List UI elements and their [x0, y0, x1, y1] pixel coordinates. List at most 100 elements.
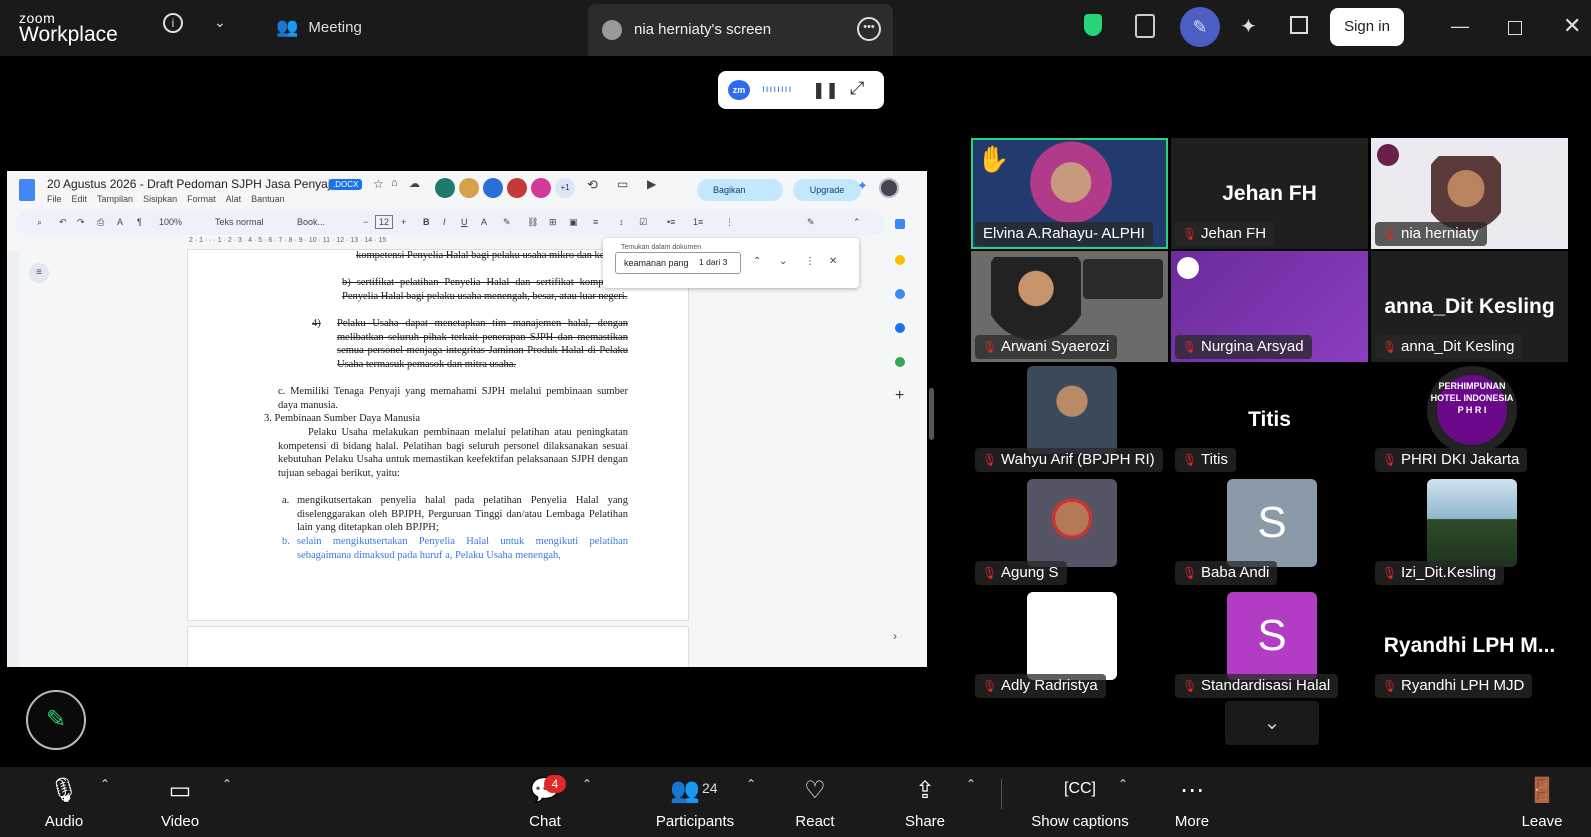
tasks-icon[interactable] — [895, 289, 905, 299]
font-select[interactable]: Book... — [297, 217, 325, 227]
style-select[interactable]: Teks normal — [215, 217, 264, 227]
participant-tile[interactable]: Jehan FH 🎙 Jehan FH — [1171, 138, 1368, 249]
share-doc-button[interactable]: Bagikan — [697, 179, 783, 201]
leave-button[interactable]: 🚪 Leave — [1512, 767, 1572, 837]
chevron-down-icon[interactable]: ⌄ — [214, 14, 226, 31]
audio-button[interactable]: 🎙 Audio — [34, 767, 94, 837]
participant-tile[interactable]: 🎙 Arwani Syaerozi — [971, 251, 1168, 362]
sparkle-icon[interactable]: ✦ — [1240, 14, 1257, 39]
maps-icon[interactable] — [895, 357, 905, 367]
spellcheck-icon[interactable]: A — [117, 217, 123, 227]
participant-tile[interactable]: 🎙 Izi_Dit.Kesling — [1371, 477, 1568, 588]
align-icon[interactable]: ≡ — [593, 217, 598, 227]
find-close-icon[interactable]: ✕ — [829, 256, 837, 267]
participant-tile[interactable]: ✋ Elvina A.Rahayu- ALPHI — [971, 138, 1168, 249]
menu-format[interactable]: Format — [187, 194, 216, 204]
font-size-increase[interactable]: + — [401, 217, 406, 227]
gemini-icon[interactable]: ✦ — [857, 178, 868, 194]
meeting-menu[interactable]: 👥 Meeting — [276, 17, 362, 38]
upgrade-button[interactable]: Upgrade — [793, 179, 861, 201]
pause-icon[interactable]: ❚❚ — [812, 80, 839, 100]
comment-icon[interactable]: ▭ — [617, 177, 628, 191]
italic-icon[interactable]: I — [443, 217, 446, 227]
splitter-handle[interactable] — [929, 388, 934, 440]
participant-tile[interactable]: PERHIMPUNAN HOTEL INDONESIA P H R I 🎙 PHR… — [1371, 364, 1568, 475]
close-icon[interactable]: ✕ — [1563, 13, 1581, 39]
participant-tile[interactable]: anna_Dit Kesling 🎙 anna_Dit Kesling — [1371, 251, 1568, 362]
audio-options-caret[interactable]: ⌃ — [100, 777, 110, 791]
react-button[interactable]: ♡ React — [785, 767, 845, 837]
participant-tile[interactable]: S 🎙 Standardisasi Halal — [1171, 590, 1368, 701]
shared-screen-tab[interactable]: nia herniaty's screen ••• — [588, 4, 893, 56]
minimize-icon[interactable]: — — [1451, 16, 1469, 37]
sign-in-button[interactable]: Sign in — [1330, 8, 1404, 46]
participant-tile[interactable]: 🎙 Nurgina Arsyad — [1171, 251, 1368, 362]
line-spacing-icon[interactable]: ↕ — [619, 217, 624, 227]
outline-icon[interactable]: ≡ — [29, 263, 49, 283]
participant-tile[interactable]: 🎙 Agung S — [971, 477, 1168, 588]
highlight-icon[interactable]: ✎ — [503, 217, 511, 228]
more-toolbar-icon[interactable]: ⋮ — [725, 217, 734, 228]
expand-icon[interactable]: ⤢ — [850, 78, 864, 99]
bold-icon[interactable]: B — [423, 217, 430, 227]
doc-page[interactable]: kompetensi Penyelia Halal bagi pelaku us… — [187, 249, 689, 621]
participant-tile[interactable]: 🎙 nia herniaty — [1371, 138, 1568, 249]
menu-view[interactable]: Tampilan — [97, 194, 133, 204]
notes-icon[interactable] — [1135, 14, 1155, 38]
captions-options-caret[interactable]: ⌃ — [1118, 777, 1128, 791]
print-icon[interactable]: ⎙ — [97, 217, 104, 228]
move-icon[interactable]: ⌂ — [391, 177, 398, 189]
menu-edit[interactable]: Edit — [72, 194, 88, 204]
gallery-next-page-icon[interactable]: ⌄ — [1225, 701, 1319, 745]
chat-options-caret[interactable]: ⌃ — [582, 777, 592, 791]
cloud-icon[interactable]: ☁ — [409, 177, 420, 190]
image-icon[interactable]: ▣ — [569, 217, 578, 228]
contacts-icon[interactable] — [895, 323, 905, 333]
insert-comment-icon[interactable]: ⊞ — [549, 217, 557, 228]
more-options-icon[interactable]: ••• — [857, 17, 881, 41]
bullet-list-icon[interactable]: •≡ — [667, 217, 675, 227]
shield-icon[interactable] — [1084, 14, 1102, 36]
font-size-input[interactable]: 12 — [375, 215, 394, 229]
editing-mode-icon[interactable]: ✎ — [807, 217, 815, 228]
view-layout-icon[interactable] — [1290, 16, 1308, 34]
font-size-decrease[interactable]: − — [363, 217, 368, 227]
paint-format-icon[interactable]: ¶ — [137, 217, 142, 227]
menu-tools[interactable]: Alat — [226, 194, 242, 204]
checklist-icon[interactable]: ☑ — [639, 217, 647, 228]
menu-insert[interactable]: Sisipkan — [143, 194, 177, 204]
info-icon[interactable]: i — [163, 13, 183, 33]
star-icon[interactable]: ☆ — [373, 177, 384, 191]
participant-tile[interactable]: 🎙 Adly Radristya — [971, 590, 1168, 701]
annotate-pencil-icon[interactable]: ✎ — [26, 690, 86, 750]
numbered-list-icon[interactable]: 1≡ — [693, 217, 703, 227]
participant-tile[interactable]: Ryandhi LPH M... 🎙 Ryandhi LPH MJD — [1371, 590, 1568, 701]
keep-icon[interactable] — [895, 255, 905, 265]
text-color-icon[interactable]: A — [481, 217, 487, 227]
ai-companion-icon[interactable]: ✎ — [1180, 7, 1220, 47]
video-button[interactable]: ▭ Video — [150, 767, 210, 837]
participant-tile[interactable]: 🎙 Wahyu Arif (BPJPH RI) — [971, 364, 1168, 475]
find-options-icon[interactable]: ⋮ — [805, 256, 815, 267]
history-icon[interactable]: ⟲ — [587, 177, 598, 193]
doc-title[interactable]: 20 Agustus 2026 - Draft Pedoman SJPH Jas… — [47, 177, 341, 191]
add-addon-icon[interactable]: + — [895, 387, 904, 405]
participants-button[interactable]: 👥 24 Participants — [640, 767, 750, 837]
participant-tile[interactable]: S 🎙 Baba Andi — [1171, 477, 1368, 588]
find-prev-icon[interactable]: ⌃ — [753, 256, 761, 267]
more-collaborators[interactable]: +1 — [555, 178, 575, 198]
account-avatar[interactable] — [879, 178, 899, 198]
more-button[interactable]: ⋯ More — [1162, 767, 1222, 837]
undo-icon[interactable]: ↶ — [59, 217, 67, 228]
expand-side-panel-icon[interactable]: › — [893, 629, 897, 643]
underline-icon[interactable]: U — [461, 217, 468, 227]
share-button[interactable]: ⇪ Share — [895, 767, 955, 837]
find-next-icon[interactable]: ⌄ — [779, 256, 787, 267]
meet-icon[interactable]: ▶ — [647, 177, 656, 191]
participants-options-caret[interactable]: ⌃ — [746, 777, 756, 791]
calendar-icon[interactable] — [895, 219, 905, 229]
redo-icon[interactable]: ↷ — [77, 217, 85, 228]
collapse-toolbar-icon[interactable]: ⌃ — [853, 217, 861, 228]
video-options-caret[interactable]: ⌃ — [222, 777, 232, 791]
participant-tile[interactable]: Titis 🎙 Titis — [1171, 364, 1368, 475]
